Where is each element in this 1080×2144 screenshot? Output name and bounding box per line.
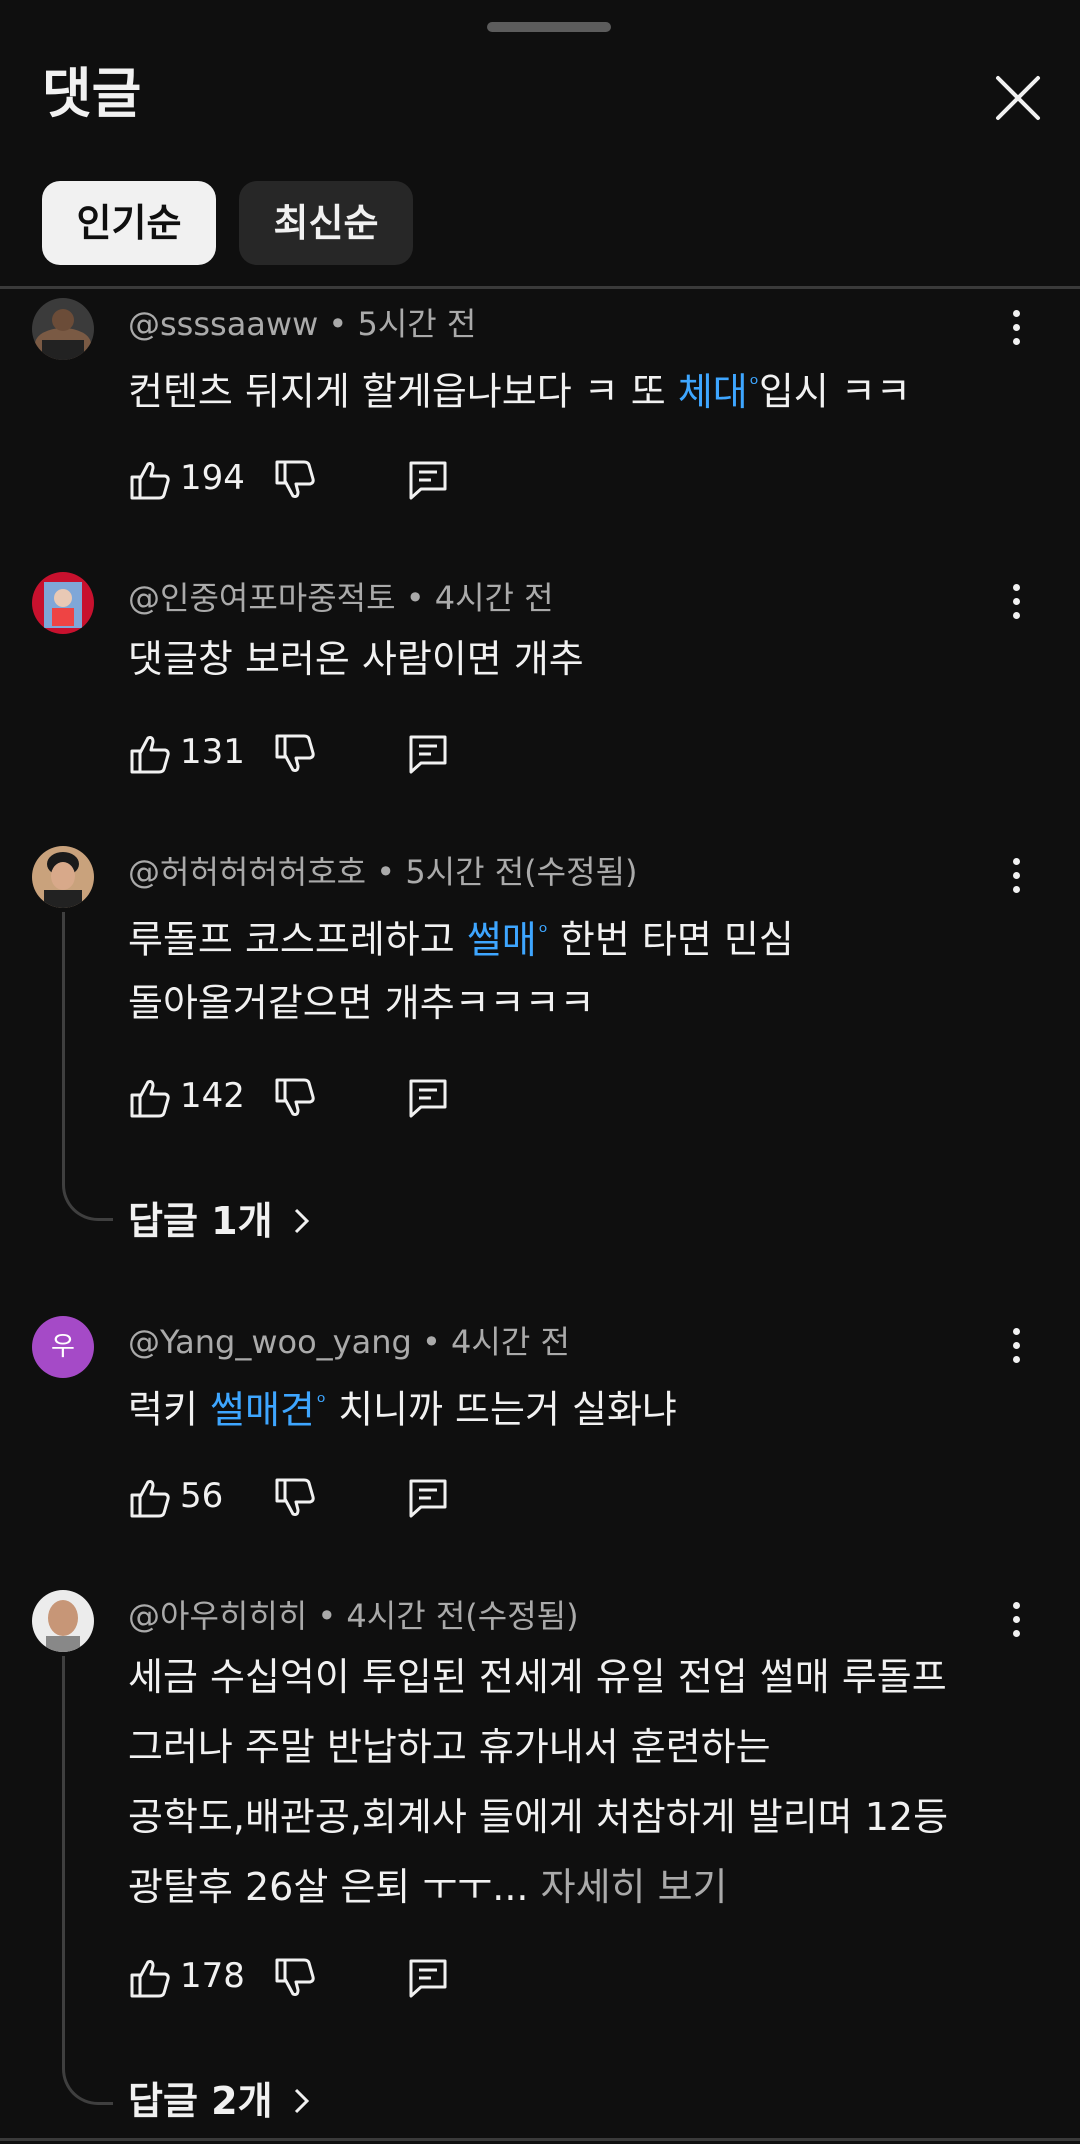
comment-text-part: 입시 ㅋㅋ [758,369,911,414]
chevron-right-icon [294,1208,309,1234]
comment-text-part: 컨텐츠 뒤지게 할게읍나보다 ㅋ 또 [128,369,678,414]
comment-text-line: 돌아올거같으면 개추ㅋㅋㅋㅋ [128,981,595,1025]
thread-line [62,1656,113,2105]
search-icon: ᵒ [749,372,759,397]
comment-text-line: 공학도,배관공,회계사 들에게 처참하게 발리며 12등 [128,1795,949,1839]
more-options-icon[interactable] [1000,300,1032,356]
avatar[interactable]: 우 [32,1316,94,1378]
comment-time: 4시간 전 [451,1323,570,1361]
comment-text-part: 치니까 뜨는거 실화냐 [326,1387,677,1432]
comment-author[interactable]: @ssssaaww [128,305,318,343]
comment-author[interactable]: @인중여포마중적토 [128,579,396,617]
view-replies-button[interactable]: 답글 1개 [128,1196,312,1246]
comment-text-line: 그러나 주말 반납하고 휴가내서 훈련하는 [128,1725,771,1769]
like-icon[interactable] [128,1956,172,2000]
comment-author[interactable]: @아우히히히 [128,1597,307,1635]
comment-text: 럭키 썰매견ᵒ 치니까 뜨는거 실화냐 [128,1368,677,1445]
like-count: 178 [180,1956,245,1996]
view-replies-button[interactable]: 답글 2개 [128,2076,312,2126]
close-icon[interactable] [990,70,1046,126]
meta-separator: • [366,853,406,891]
search-link-label: 체대 [677,369,748,414]
like-count: 142 [180,1076,245,1116]
view-replies-label: 답글 2개 [128,2079,273,2123]
comment-author[interactable]: @Yang_woo_yang [128,1323,412,1361]
meta-separator: • [411,1323,452,1361]
dislike-icon[interactable] [273,732,317,776]
dislike-icon[interactable] [273,458,317,502]
avatar[interactable] [32,298,94,360]
comment-text-line: 광탈후 26살 은퇴 ㅜㅜ... 자세히 보기 [128,1852,728,1922]
chevron-right-icon [294,2088,309,2114]
sort-newest-chip[interactable]: 최신순 [239,181,413,265]
comment-text-part: 한번 타면 민심 [547,917,794,962]
search-link-label: 썰매 [466,917,537,962]
like-count: 194 [180,458,245,498]
view-replies-label: 답글 1개 [128,1199,273,1243]
meta-separator: • [318,305,358,343]
comment-text: 컨텐츠 뒤지게 할게읍나보다 ㅋ 또 체대ᵒ입시 ㅋㅋ [128,350,911,427]
comment-text-part: 루돌프 코스프레하고 [128,917,467,962]
comment-time: 5시간 전(수정됨) [405,853,638,891]
like-icon[interactable] [128,458,172,502]
more-options-icon[interactable] [1000,1318,1032,1374]
comment-text-line: 세금 수십억이 투입된 전세계 유일 전업 썰매 루돌프 [128,1655,947,1699]
dislike-icon[interactable] [273,1956,317,2000]
reply-icon[interactable] [406,458,450,502]
dislike-icon[interactable] [273,1076,317,1120]
like-icon[interactable] [128,1076,172,1120]
avatar[interactable] [32,846,94,908]
avatar[interactable] [32,1590,94,1652]
thread-line [62,912,113,1221]
header-divider [0,286,1080,289]
comment-author[interactable]: @허허허허허호호 [128,853,366,891]
search-icon: ᵒ [538,920,548,945]
page-title: 댓글 [42,62,142,125]
search-link[interactable]: 썰매견ᵒ [210,1388,326,1432]
comment-text: 댓글창 보러온 사람이면 개추 [128,637,584,681]
search-link[interactable]: 썰매ᵒ [467,918,548,962]
avatar[interactable] [32,572,94,634]
comment-time: 4시간 전(수정됨) [346,1597,579,1635]
like-icon[interactable] [128,732,172,776]
reply-icon[interactable] [406,1076,450,1120]
search-link-label: 썰매견 [210,1387,315,1432]
like-count: 56 [180,1476,224,1516]
read-more-link[interactable]: 자세히 보기 [541,1865,728,1909]
more-options-icon[interactable] [1000,1592,1032,1648]
meta-separator: • [307,1597,347,1635]
more-options-icon[interactable] [1000,848,1032,904]
drag-handle[interactable] [487,22,611,32]
comment-time: 4시간 전 [434,579,554,617]
more-options-icon[interactable] [1000,574,1032,630]
search-link[interactable]: 체대ᵒ [678,370,759,414]
reply-icon[interactable] [406,1956,450,2000]
reply-icon[interactable] [406,732,450,776]
like-icon[interactable] [128,1476,172,1520]
comment-time: 5시간 전 [357,305,477,343]
dislike-icon[interactable] [273,1476,317,1520]
sort-popular-chip[interactable]: 인기순 [42,181,216,265]
bottom-divider [0,2138,1080,2141]
like-count: 131 [180,732,245,772]
comment-text: 루돌프 코스프레하고 썰매ᵒ 한번 타면 민심 [128,898,794,975]
reply-icon[interactable] [406,1476,450,1520]
comment-text-part: 광탈후 26살 은퇴 ㅜㅜ... [128,1865,529,1909]
meta-separator: • [395,579,435,617]
search-icon: ᵒ [316,1390,326,1415]
comment-text-part: 럭키 [128,1387,210,1432]
